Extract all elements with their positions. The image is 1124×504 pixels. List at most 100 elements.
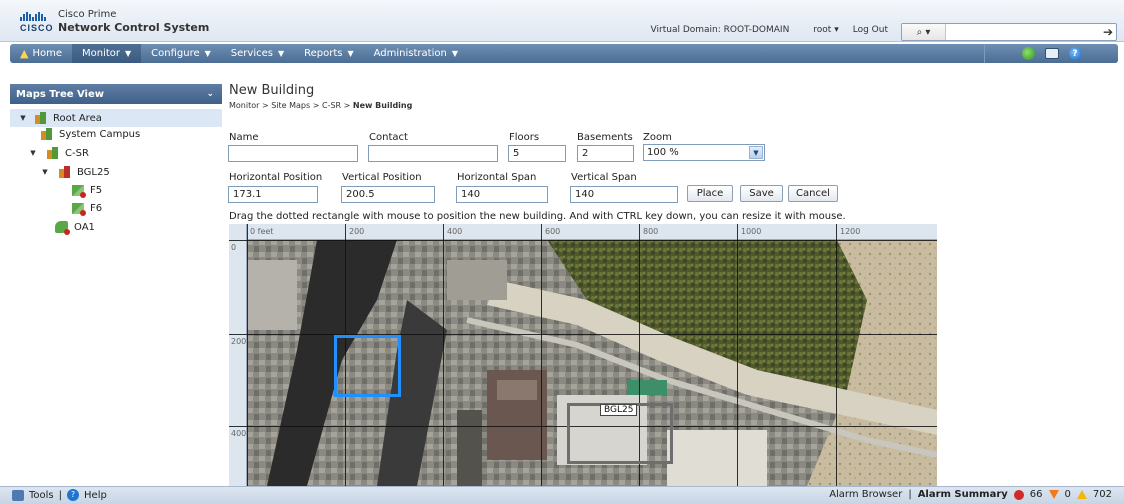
minor-alarm-count[interactable]: 702 (1093, 489, 1112, 500)
major-alarm-count[interactable]: 0 (1065, 489, 1071, 500)
tree-item-label: System Campus (59, 128, 141, 140)
map-gridline (541, 224, 542, 486)
basements-field[interactable] (577, 145, 634, 162)
globe-icon[interactable] (1021, 47, 1035, 60)
nav-reports-label: Reports (304, 48, 343, 59)
x-tick-label: 1200 (840, 227, 861, 236)
virtual-domain-label: Virtual Domain: ROOT-DOMAIN (650, 25, 790, 35)
tree-item-label: OA1 (74, 221, 95, 233)
tools-link[interactable]: Tools (29, 490, 54, 501)
expand-arrow-icon[interactable]: ▼ (40, 168, 50, 176)
help-icon[interactable]: ? (1068, 47, 1082, 60)
x-tick-label: 1000 (741, 227, 762, 236)
horizontal-position-field[interactable] (228, 186, 318, 203)
main-nav: ▲ Home Monitor ▼ Configure ▼ Services ▼ Rep… (10, 44, 1118, 63)
search-type-dropdown[interactable]: ⌕ ▾ (902, 24, 946, 40)
cancel-button[interactable]: Cancel (788, 185, 838, 202)
expand-arrow-icon[interactable]: ▼ (18, 114, 28, 122)
logout-link[interactable]: Log Out (853, 25, 888, 35)
ruler-horizontal: 0 feet 200 400 600 800 1000 1200 (229, 224, 937, 240)
page-title: New Building (229, 83, 315, 98)
new-building-placement-rectangle[interactable] (334, 335, 401, 397)
tree-item-bgl25[interactable]: ▼ BGL25 (40, 163, 110, 181)
nav-services-label: Services (230, 48, 273, 59)
nav-reports[interactable]: Reports ▼ (294, 44, 364, 63)
x-tick-label: 0 feet (250, 227, 274, 236)
caret-down-icon: ▼ (125, 49, 132, 58)
print-icon[interactable] (1044, 48, 1059, 59)
zoom-label: Zoom (643, 132, 672, 143)
tree-item-label: F5 (90, 184, 103, 196)
critical-alarm-icon (1013, 489, 1024, 500)
breadcrumb-c-sr[interactable]: C-SR (322, 101, 341, 110)
basements-label: Basements (577, 132, 633, 143)
nav-monitor[interactable]: Monitor ▼ (72, 44, 142, 63)
contact-label: Contact (369, 132, 408, 143)
alarm-browser-link[interactable]: Alarm Browser (829, 489, 902, 500)
nav-configure-label: Configure (151, 48, 200, 59)
tree-item-f5[interactable]: F5 (72, 181, 102, 199)
nav-administration[interactable]: Administration ▼ (364, 44, 468, 63)
product-subtitle: Network Control System (58, 21, 210, 34)
y-tick-label: 0 (231, 243, 237, 252)
x-tick-label: 200 (349, 227, 365, 236)
name-field[interactable] (228, 145, 358, 162)
breadcrumb: Monitor > Site Maps > C-SR > New Buildin… (229, 101, 413, 110)
user-menu[interactable]: root ▾ (813, 25, 838, 35)
floor-icon (72, 184, 86, 198)
floor-icon (72, 202, 86, 216)
breadcrumb-monitor[interactable]: Monitor (229, 101, 259, 110)
help-link[interactable]: Help (84, 490, 107, 501)
caret-down-icon: ▼ (204, 49, 211, 58)
footer-divider: | (58, 489, 63, 501)
nav-administration-label: Administration (373, 48, 447, 59)
map-canvas[interactable]: 0 feet 200 400 600 800 1000 1200 0 200 4… (229, 224, 937, 486)
alarm-summary-link[interactable]: Alarm Summary (918, 489, 1008, 500)
breadcrumb-site-maps[interactable]: Site Maps (271, 101, 310, 110)
ruler-vertical: 0 200 400 (229, 224, 247, 486)
tree-item-system-campus[interactable]: System Campus (40, 125, 140, 143)
tree-item-c-sr[interactable]: ▼ C-SR (28, 144, 89, 162)
chevron-down-icon: ▼ (749, 146, 763, 159)
caret-down-icon: ▼ (277, 49, 285, 58)
floors-field[interactable] (508, 145, 566, 162)
vertical-position-field[interactable] (341, 186, 435, 203)
x-tick-label: 600 (545, 227, 561, 236)
major-alarm-icon (1048, 490, 1059, 499)
contact-field[interactable] (368, 145, 498, 162)
zoom-value: 100 % (647, 147, 679, 158)
tree-item-f6[interactable]: F6 (72, 199, 102, 217)
map-gridline (229, 240, 937, 241)
tree-item-label: BGL25 (77, 166, 110, 178)
expand-arrow-icon[interactable]: ▼ (28, 149, 38, 157)
map-gridline (737, 224, 738, 486)
help-icon[interactable]: ? (67, 489, 80, 501)
tree-header: Maps Tree View ⌄ (10, 84, 222, 104)
tools-icon[interactable] (12, 489, 24, 501)
collapse-chevron-icon[interactable]: ⌄ (206, 89, 214, 99)
nav-home[interactable]: ▲ Home (10, 44, 72, 63)
y-tick-label: 200 (231, 337, 247, 346)
vertical-span-label: Vertical Span (571, 172, 637, 183)
nav-home-label: Home (32, 48, 62, 59)
instructions-text: Drag the dotted rectangle with mouse to … (229, 211, 846, 222)
zoom-select[interactable]: 100 % ▼ (643, 144, 765, 161)
product-name: Cisco Prime (58, 9, 117, 20)
name-label: Name (229, 132, 259, 143)
tree-title: Maps Tree View (16, 88, 105, 100)
nav-configure[interactable]: Configure ▼ (141, 44, 221, 63)
save-button[interactable]: Save (740, 185, 783, 202)
search-input[interactable] (948, 25, 1096, 39)
vertical-span-field[interactable] (570, 186, 678, 203)
tree-item-oa1[interactable]: OA1 (55, 218, 95, 236)
breadcrumb-current: New Building (352, 101, 413, 110)
tree-item-label: F6 (90, 202, 103, 214)
place-button[interactable]: Place (687, 185, 733, 202)
search-go-arrow-icon[interactable]: ➔ (1103, 25, 1113, 39)
maps-tree-panel: Maps Tree View ⌄ ▼ Root Area System Camp… (10, 84, 222, 482)
cisco-logo: CISCO (20, 12, 53, 34)
horizontal-span-field[interactable] (456, 186, 548, 203)
nav-services[interactable]: Services ▼ (221, 44, 294, 63)
x-tick-label: 400 (447, 227, 463, 236)
critical-alarm-count[interactable]: 66 (1030, 489, 1043, 500)
